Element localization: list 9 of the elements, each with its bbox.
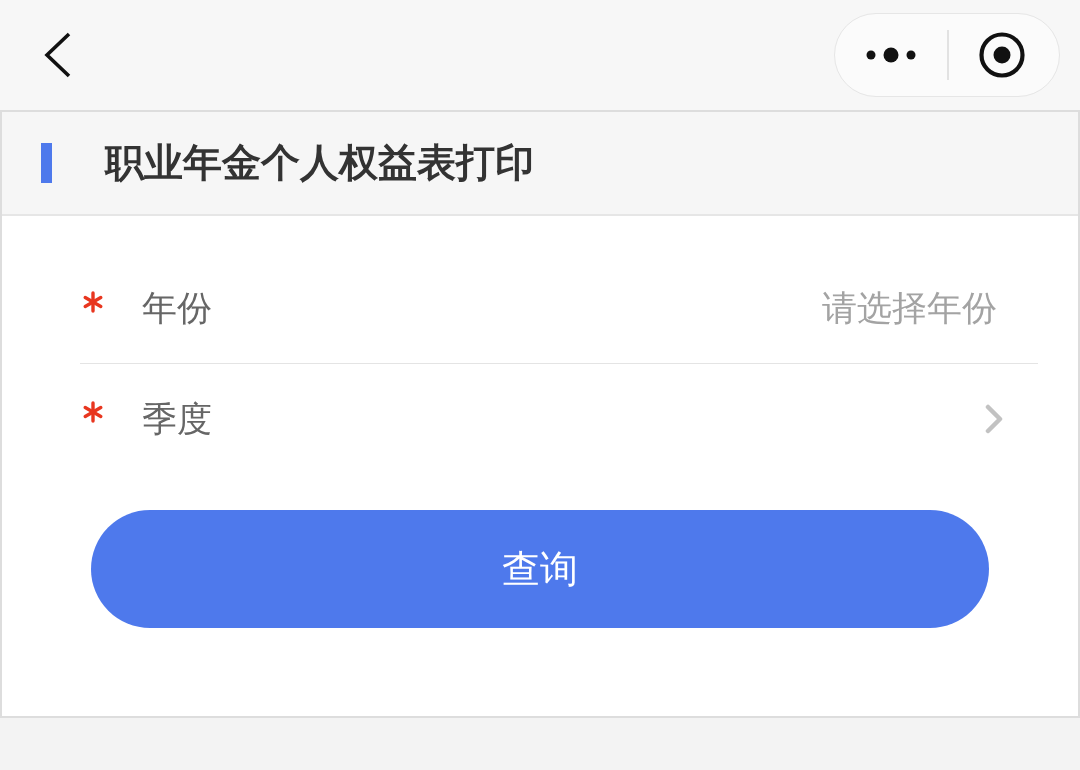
back-icon[interactable] — [44, 32, 72, 78]
field-label: 季度 — [142, 397, 212, 441]
more-icon[interactable] — [866, 47, 916, 63]
field-label: 年份 — [142, 287, 212, 331]
accent-bar-icon — [41, 143, 52, 183]
query-button[interactable]: 查询 — [91, 510, 989, 628]
select-placeholder[interactable]: 请选择年份 — [822, 282, 997, 335]
section-title: 职业年金个人权益表打印 — [105, 138, 534, 187]
target-icon[interactable] — [979, 32, 1025, 78]
